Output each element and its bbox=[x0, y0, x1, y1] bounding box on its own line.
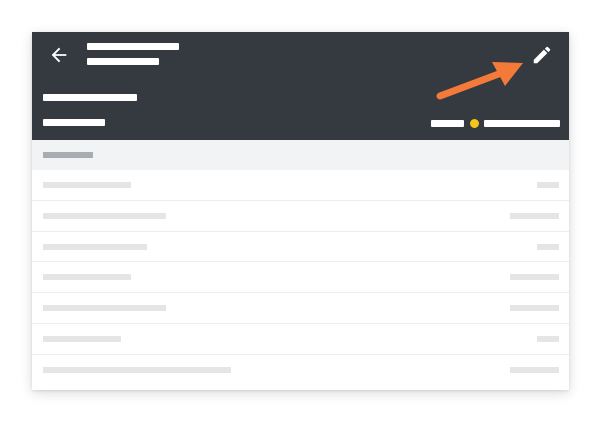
list-item-secondary-placeholder bbox=[537, 182, 559, 188]
list-item-primary-placeholder bbox=[43, 305, 166, 312]
back-button[interactable] bbox=[48, 44, 70, 66]
status-value-placeholder bbox=[484, 120, 560, 127]
list-item-secondary-placeholder bbox=[510, 274, 559, 281]
status-label-placeholder bbox=[431, 120, 464, 127]
header-title-placeholder bbox=[87, 43, 179, 50]
list-item[interactable] bbox=[32, 170, 569, 201]
list-item-secondary-placeholder bbox=[537, 335, 559, 342]
list-item-primary-placeholder bbox=[43, 366, 231, 373]
header-detail-placeholder bbox=[43, 119, 105, 126]
list-item-secondary-placeholder bbox=[510, 366, 559, 373]
list-item-secondary-placeholder bbox=[510, 212, 559, 219]
list-item-primary-placeholder bbox=[43, 274, 131, 281]
header-name-placeholder bbox=[43, 94, 137, 101]
list-item-secondary-placeholder bbox=[537, 243, 559, 250]
list-item[interactable] bbox=[32, 262, 569, 294]
list-item[interactable] bbox=[32, 324, 569, 355]
list-item[interactable] bbox=[32, 355, 569, 386]
section-header bbox=[32, 140, 569, 170]
list-item-secondary-placeholder bbox=[510, 305, 559, 312]
list-item-primary-placeholder bbox=[43, 182, 131, 188]
orange-arrow-pointer-icon bbox=[436, 62, 523, 100]
edit-button[interactable] bbox=[531, 44, 553, 66]
section-label-placeholder bbox=[43, 152, 93, 158]
list-item-primary-placeholder bbox=[43, 243, 147, 250]
list-item[interactable] bbox=[32, 201, 569, 232]
list-item[interactable] bbox=[32, 293, 569, 324]
pencil-icon bbox=[533, 46, 551, 64]
arrow-left-icon bbox=[51, 47, 67, 63]
detail-card bbox=[32, 32, 569, 390]
list-item-primary-placeholder bbox=[43, 212, 166, 219]
header-subtitle-placeholder bbox=[87, 58, 159, 65]
detail-list bbox=[32, 170, 569, 386]
status-dot bbox=[470, 119, 479, 128]
app-header bbox=[32, 32, 569, 140]
list-item-primary-placeholder bbox=[43, 335, 121, 342]
list-item[interactable] bbox=[32, 232, 569, 263]
